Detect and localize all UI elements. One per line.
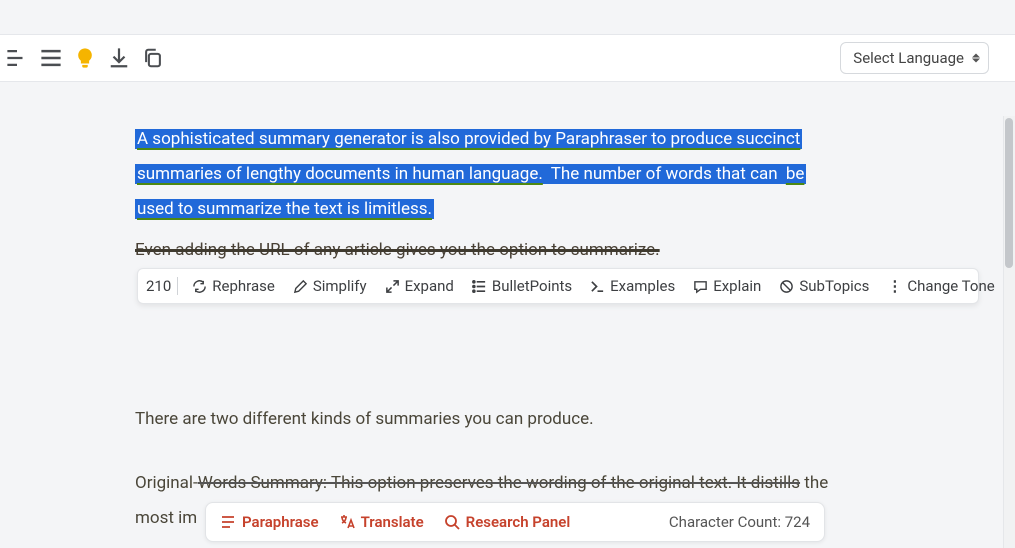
- selected-text-line3: used to summarize the text is limitless.: [135, 199, 434, 219]
- rephrase-button[interactable]: Rephrase: [188, 275, 279, 297]
- bulletpoints-button[interactable]: BulletPoints: [468, 275, 576, 297]
- selected-paragraph[interactable]: A sophisticated summary generator is als…: [135, 122, 880, 227]
- examples-button[interactable]: Examples: [586, 275, 679, 297]
- changetone-button[interactable]: ⋮ Change Tone: [883, 275, 998, 297]
- ban-icon: [779, 279, 794, 294]
- paragraph-icon: [220, 514, 236, 530]
- refresh-icon: [192, 279, 207, 294]
- paragraph-kinds: There are two different kinds of summari…: [135, 402, 880, 436]
- expand-button[interactable]: Expand: [381, 275, 458, 297]
- scrollbar-thumb[interactable]: [1005, 118, 1013, 268]
- more-icon: ⋮: [887, 277, 902, 295]
- subtopics-button[interactable]: SubTopics: [775, 275, 873, 297]
- bottom-toolbar: Paraphrase Translate Research Panel Char…: [205, 502, 825, 542]
- obscured-line: Even adding the URL of any article gives…: [135, 233, 880, 267]
- word-count: 210: [146, 277, 178, 295]
- translate-button[interactable]: Translate: [339, 513, 424, 531]
- select-arrows-icon: [972, 54, 980, 63]
- download-icon[interactable]: [108, 47, 130, 69]
- selected-text-line1: A sophisticated summary generator is als…: [135, 129, 802, 149]
- copy-icon[interactable]: [142, 47, 164, 69]
- character-count: Character Count: 724: [669, 513, 810, 531]
- language-select[interactable]: Select Language: [840, 42, 989, 74]
- search-icon: [444, 514, 460, 530]
- chat-icon: [693, 279, 708, 294]
- menu-nested-icon[interactable]: [6, 47, 28, 69]
- pencil-icon: [293, 279, 308, 294]
- translate-icon: [339, 514, 355, 530]
- expand-icon: [385, 279, 400, 294]
- top-toolbar: Select Language: [0, 34, 1015, 82]
- selected-text-line2a: summaries of lengthy documents in human …: [135, 164, 545, 184]
- list-icon: [472, 279, 487, 294]
- document-body: A sophisticated summary generator is als…: [0, 82, 1015, 537]
- paraphrase-button[interactable]: Paraphrase: [220, 513, 319, 531]
- simplify-button[interactable]: Simplify: [289, 275, 371, 297]
- selected-text-line2b: The number of words that can: [545, 164, 784, 184]
- explain-button[interactable]: Explain: [689, 275, 765, 297]
- research-panel-button[interactable]: Research Panel: [444, 513, 571, 531]
- selected-text-line2c: be: [784, 164, 807, 184]
- menu-icon[interactable]: [40, 47, 62, 69]
- terminal-icon: [590, 279, 605, 294]
- lightbulb-icon[interactable]: [74, 47, 96, 69]
- language-select-label: Select Language: [853, 49, 964, 67]
- selection-toolbar: 210 Rephrase Simplify Expand BulletPoint…: [137, 268, 979, 304]
